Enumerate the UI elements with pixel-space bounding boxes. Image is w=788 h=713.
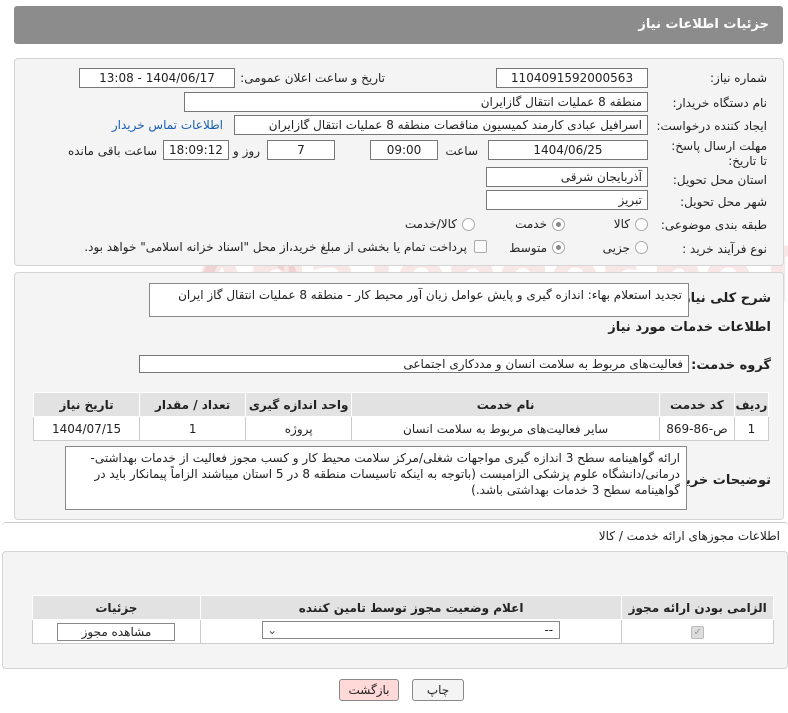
requester-field: اسرافیل عبادی کارمند کمیسیون مناقصات منط… (234, 115, 648, 135)
cell-unit: پروژه (245, 416, 353, 441)
buyer-org-label: نام دستگاه خریدار: (672, 96, 768, 110)
buyer-contact-link[interactable]: اطلاعات تماس خریدار (112, 118, 223, 132)
treasury-checkbox[interactable] (474, 240, 487, 253)
process-radio-medium[interactable] (552, 241, 565, 254)
permit-status-value: -- (544, 623, 554, 637)
col-date: تاریخ نیاز (32, 392, 141, 417)
days-field: 7 (267, 140, 335, 160)
process-label: نوع فرآیند خرید : (682, 242, 767, 256)
permits-table: الزامی بودن ارائه مجوز اعلام وضعیت مجوز … (32, 595, 774, 644)
deadline-date-field: 1404/06/25 (488, 140, 648, 160)
need-number-label: شماره نیاز: (710, 71, 767, 85)
remaining-label: ساعت باقی مانده (67, 144, 157, 158)
mandatory-checkbox: ✓ (691, 626, 705, 639)
service-group-field: فعالیت‌های مربوط به سلامت انسان و مددکار… (139, 355, 689, 373)
cell-details: مشاهده مجوز (32, 619, 201, 644)
col-mandatory: الزامی بودن ارائه مجوز (621, 595, 774, 620)
category-option-goods: کالا (613, 217, 630, 231)
view-permit-button[interactable]: مشاهده مجوز (57, 622, 176, 641)
process-option-medium: متوسط (509, 241, 547, 255)
category-option-goods-service: کالا/خدمت (404, 217, 457, 231)
announce-label: تاریخ و ساعت اعلان عمومی: (240, 71, 385, 85)
category-radio-service[interactable] (552, 218, 565, 231)
deadline-time-field: 09:00 (370, 140, 438, 160)
permits-title: اطلاعات مجوزهای ارائه خدمت / کالا (598, 529, 780, 543)
chevron-down-icon: ⌄ (267, 623, 278, 637)
requester-label: ایجاد کننده درخواست: (656, 119, 767, 133)
table-row: ✓ ⌄ -- مشاهده مجوز (32, 619, 774, 644)
services-title: اطلاعات خدمات مورد نیاز (608, 320, 771, 335)
col-code: کد خدمت (658, 392, 735, 417)
services-panel: شرح کلی نیاز: تجدید استعلام بهاء: اندازه… (14, 272, 784, 520)
col-qty: تعداد / مقدار (139, 392, 247, 417)
col-name: نام خدمت (351, 392, 660, 417)
days-label: روز و (233, 144, 260, 158)
cell-row: 1 (733, 416, 770, 441)
cell-mandatory: ✓ (621, 619, 774, 644)
cell-name: سایر فعالیت‌های مربوط به سلامت انسان (351, 416, 660, 441)
category-option-service: خدمت (515, 217, 547, 231)
col-unit: واحد اندازه گیری (245, 392, 353, 417)
time-label: ساعت (445, 144, 478, 158)
services-table: ردیف کد خدمت نام خدمت واحد اندازه گیری ت… (32, 392, 770, 441)
process-radio-minor[interactable] (635, 241, 648, 254)
cell-date: 1404/07/15 (32, 416, 141, 441)
service-group-label: گروه خدمت: (691, 358, 771, 373)
process-option-minor: جزیی (602, 241, 630, 255)
col-row: ردیف (733, 392, 770, 417)
province-field: آذربایجان شرقی (486, 167, 648, 187)
city-field: تبریز (486, 190, 648, 210)
page-title-bar: جزئیات اطلاعات نیاز (14, 6, 783, 44)
cell-status: ⌄ -- (199, 619, 623, 644)
print-button[interactable]: چاپ (412, 679, 464, 701)
summary-field: تجدید استعلام بهاء: اندازه گیری و پایش ع… (149, 283, 689, 317)
announce-field: 1404/06/17 - 13:08 (79, 68, 235, 88)
col-details: جزئیات (32, 595, 201, 620)
back-button[interactable]: بازگشت (339, 679, 399, 701)
province-label: استان محل تحویل: (672, 173, 767, 187)
category-radio-goods[interactable] (635, 218, 648, 231)
deadline-label: مهلت ارسال پاسخ: تا تاریخ: (671, 139, 767, 168)
cell-code: ص-86-869 (658, 416, 735, 441)
col-status: اعلام وضعیت مجوز توسط تامین کننده (199, 595, 623, 620)
category-radio-goods-service[interactable] (462, 218, 475, 231)
category-label: طبقه بندی موضوعی: (660, 218, 767, 232)
payment-note: پرداخت تمام یا بخشی از مبلغ خرید،از محل … (84, 240, 467, 254)
summary-label: شرح کلی نیاز: (677, 291, 771, 306)
need-info-panel: شماره نیاز: 1104091592000563 تاریخ و ساع… (14, 58, 784, 266)
need-number-field: 1104091592000563 (496, 68, 648, 88)
buyer-notes-field: ارائه گواهینامه سطح 3 اندازه گیری مواجها… (65, 446, 687, 510)
permits-panel: اطلاعات مجوزهای ارائه خدمت / کالا الزامی… (2, 522, 788, 669)
cell-qty: 1 (139, 416, 247, 441)
buyer-org-field: منطقه 8 عملیات انتقال گازایران (184, 92, 648, 112)
remaining-time-field: 18:09:12 (163, 140, 229, 160)
page-title: جزئیات اطلاعات نیاز (638, 17, 769, 32)
table-row: 1 ص-86-869 سایر فعالیت‌های مربوط به سلام… (32, 416, 770, 441)
city-label: شهر محل تحویل: (680, 195, 767, 209)
permit-status-select[interactable]: ⌄ -- (262, 621, 561, 639)
